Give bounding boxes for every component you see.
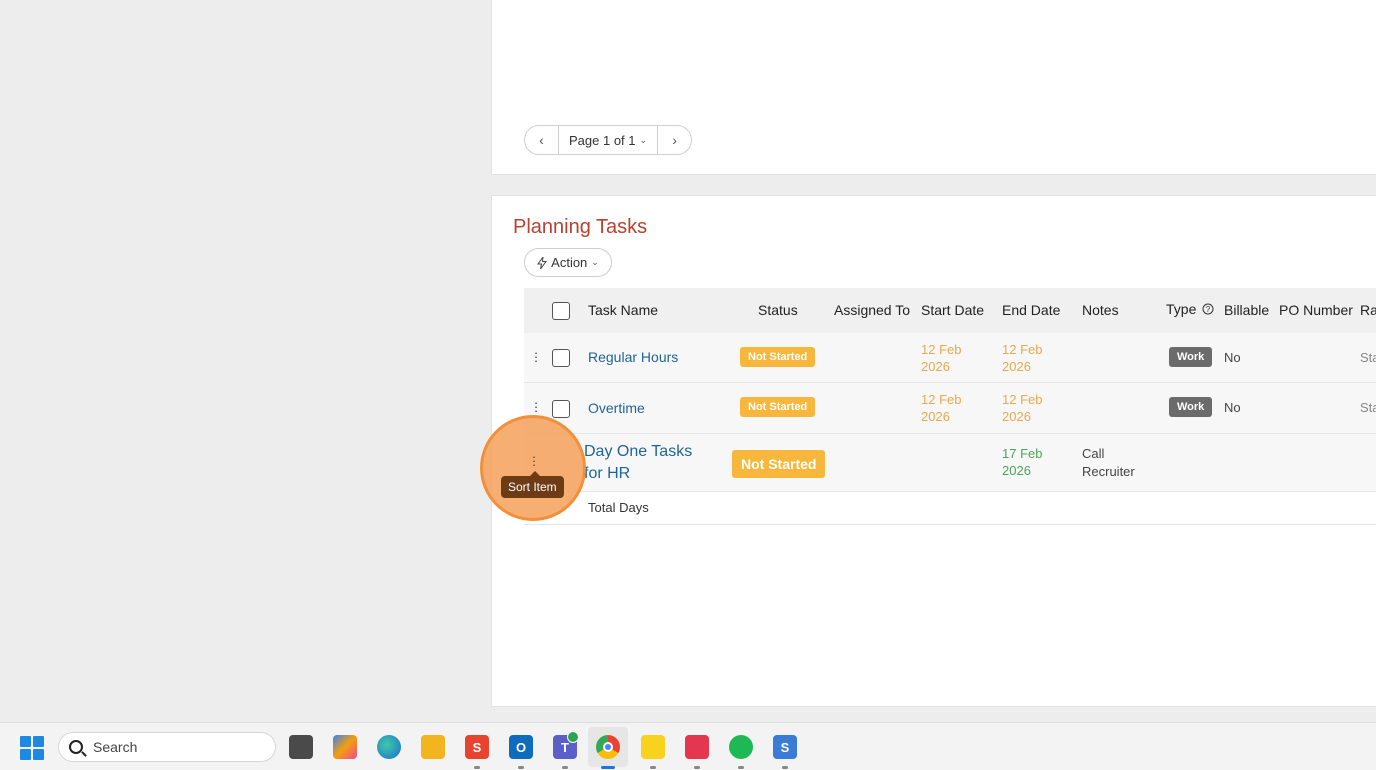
planning-tasks-card: Planning Tasks Action ⌄ Task Name Status… bbox=[491, 195, 1376, 707]
next-page-button[interactable]: › bbox=[658, 126, 691, 154]
sticky-notes-icon[interactable] bbox=[641, 735, 665, 759]
end-date: 12 Feb 2026 bbox=[1002, 341, 1052, 375]
billable-value: No bbox=[1224, 350, 1241, 365]
header-end-date[interactable]: End Date bbox=[1002, 302, 1060, 318]
running-indicator bbox=[562, 766, 568, 769]
notes-value: Call Recruiter bbox=[1082, 445, 1152, 481]
action-label: Action bbox=[551, 255, 588, 270]
end-date-line-1: 12 Feb bbox=[1002, 392, 1043, 407]
rate-clipped: Sta bbox=[1360, 400, 1376, 415]
task-name-link[interactable]: Overtime bbox=[588, 400, 645, 416]
header-type-label: Type bbox=[1166, 301, 1197, 317]
header-billable[interactable]: Billable bbox=[1224, 302, 1269, 318]
select-all-checkbox[interactable] bbox=[552, 302, 570, 320]
start-date: 12 Feb 2026 bbox=[921, 391, 971, 425]
row-checkbox[interactable] bbox=[552, 349, 570, 367]
type-badge: Work bbox=[1169, 347, 1213, 367]
start-date: 12 Feb 2026 bbox=[921, 341, 971, 375]
status-badge: Not Started bbox=[740, 397, 816, 417]
active-app-indicator bbox=[601, 766, 615, 769]
task-name-link[interactable]: Day One Tasks for HR bbox=[584, 441, 692, 485]
app-red-icon[interactable] bbox=[685, 735, 709, 759]
app-s-red-icon[interactable]: S bbox=[465, 735, 489, 759]
search-icon bbox=[69, 740, 83, 754]
page-selector[interactable]: Page 1 of 1 ⌄ bbox=[558, 126, 659, 154]
file-explorer-icon[interactable] bbox=[421, 735, 445, 759]
edge-browser-icon[interactable] bbox=[377, 735, 401, 759]
type-badge: Work bbox=[1169, 397, 1213, 417]
previous-section-card: ‹ Page 1 of 1 ⌄ › bbox=[491, 0, 1376, 175]
copilot-icon[interactable] bbox=[333, 735, 357, 759]
header-rate-clipped[interactable]: Ra bbox=[1360, 302, 1376, 318]
prev-page-button[interactable]: ‹ bbox=[525, 126, 558, 154]
table-row[interactable]: · · · Overtime Not Started 12 Feb 2026 12 … bbox=[524, 383, 1376, 434]
chevron-down-icon: ⌄ bbox=[591, 257, 599, 267]
end-date-line-1: 17 Feb bbox=[1002, 446, 1043, 461]
notes-line-1: Call bbox=[1082, 446, 1105, 461]
taskbar: Search S O T S bbox=[0, 722, 1376, 770]
table-row[interactable]: · · · Regular Hours Not Started 12 Feb 202… bbox=[524, 333, 1376, 383]
start-date-line-1: 12 Feb bbox=[921, 342, 962, 357]
row-checkbox[interactable] bbox=[552, 400, 570, 418]
running-indicator bbox=[782, 766, 788, 769]
start-date-line-1: 12 Feb bbox=[921, 392, 962, 407]
drag-handle-icon[interactable]: · · · bbox=[532, 396, 540, 417]
header-type[interactable]: Type ? bbox=[1166, 301, 1214, 317]
table-row[interactable]: Day One Tasks for HR Not Started 17 Feb … bbox=[524, 434, 1376, 492]
header-start-date[interactable]: Start Date bbox=[921, 302, 984, 318]
task-name-line-1: Day One Tasks bbox=[584, 443, 693, 460]
start-date-line-2: 2026 bbox=[921, 359, 950, 374]
running-indicator bbox=[650, 766, 656, 769]
end-date-line-1: 12 Feb bbox=[1002, 342, 1043, 357]
outlook-icon[interactable]: O bbox=[509, 735, 533, 759]
start-date-line-2: 2026 bbox=[921, 409, 950, 424]
header-status[interactable]: Status bbox=[758, 302, 798, 318]
section-title: Planning Tasks bbox=[513, 216, 648, 238]
end-date: 12 Feb 2026 bbox=[1002, 391, 1052, 425]
pagination: ‹ Page 1 of 1 ⌄ › bbox=[524, 125, 693, 155]
page-label: Page 1 of 1 bbox=[569, 132, 636, 148]
rate-clipped: Sta bbox=[1360, 350, 1376, 365]
end-date: 17 Feb 2026 bbox=[1002, 445, 1052, 479]
task-name-link[interactable]: Regular Hours bbox=[588, 349, 678, 365]
total-row: Total Days bbox=[524, 492, 1376, 525]
header-task-name[interactable]: Task Name bbox=[588, 302, 658, 318]
spotify-icon[interactable] bbox=[729, 735, 753, 759]
header-assigned-to[interactable]: Assigned To bbox=[834, 302, 910, 318]
taskbar-search-input[interactable]: Search bbox=[58, 732, 276, 762]
planning-tasks-table: Task Name Status Assigned To Start Date … bbox=[524, 288, 1376, 525]
app-s-blue-icon[interactable]: S bbox=[773, 735, 797, 759]
header-notes[interactable]: Notes bbox=[1082, 302, 1119, 318]
end-date-line-2: 2026 bbox=[1002, 463, 1031, 478]
end-date-line-2: 2026 bbox=[1002, 359, 1031, 374]
chrome-icon[interactable] bbox=[596, 735, 620, 759]
task-name-line-2: for HR bbox=[584, 465, 631, 482]
running-indicator bbox=[474, 766, 480, 769]
drag-handle-icon[interactable]: · · · bbox=[532, 346, 540, 367]
status-badge: Not Started bbox=[732, 450, 826, 478]
search-placeholder: Search bbox=[93, 739, 138, 755]
billable-value: No bbox=[1224, 400, 1241, 415]
lightning-icon bbox=[537, 256, 548, 269]
sort-item-tooltip: Sort Item bbox=[501, 471, 564, 498]
task-view-icon[interactable] bbox=[289, 735, 313, 759]
header-po-number[interactable]: PO Number bbox=[1279, 302, 1353, 318]
drag-handle-icon[interactable]: · · · bbox=[530, 450, 538, 471]
running-indicator bbox=[518, 766, 524, 769]
end-date-line-2: 2026 bbox=[1002, 409, 1031, 424]
status-badge: Not Started bbox=[740, 347, 816, 367]
teams-status-badge bbox=[567, 731, 579, 743]
table-header: Task Name Status Assigned To Start Date … bbox=[524, 288, 1376, 333]
action-button[interactable]: Action ⌄ bbox=[524, 248, 612, 277]
total-days-label: Total Days bbox=[588, 500, 649, 515]
help-circle-icon[interactable]: ? bbox=[1202, 303, 1214, 315]
running-indicator bbox=[694, 766, 700, 769]
notes-line-2: Recruiter bbox=[1082, 464, 1135, 479]
chevron-down-icon: ⌄ bbox=[639, 134, 648, 145]
windows-start-icon[interactable] bbox=[20, 736, 44, 760]
running-indicator bbox=[738, 766, 744, 769]
svg-text:?: ? bbox=[1206, 305, 1211, 314]
